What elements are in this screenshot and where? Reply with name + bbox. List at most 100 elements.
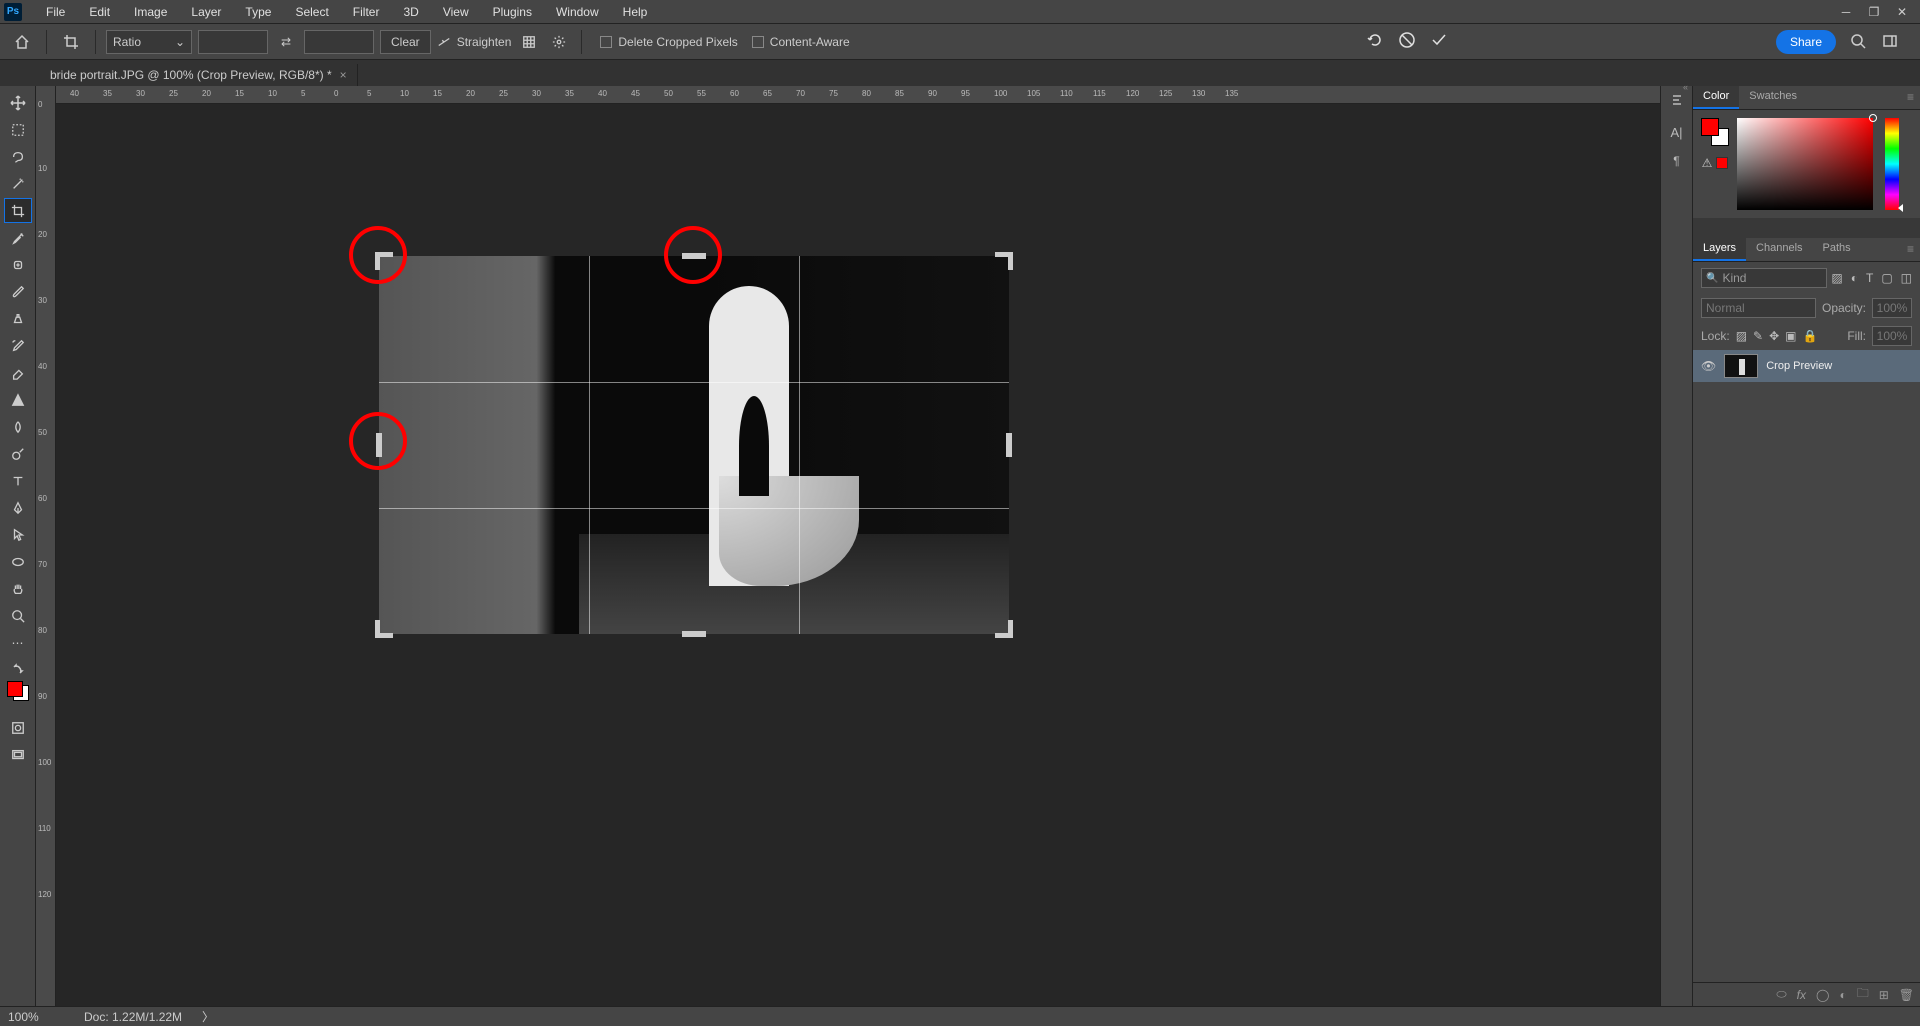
tab-layers[interactable]: Layers bbox=[1693, 238, 1746, 261]
adjustment-layer-icon[interactable]: ◐ bbox=[1839, 988, 1846, 1002]
visibility-toggle-icon[interactable]: 👁 bbox=[1701, 359, 1716, 373]
menu-3d[interactable]: 3D bbox=[391, 5, 430, 19]
expand-panels-icon[interactable]: « bbox=[1683, 82, 1688, 92]
filter-adjustment-icon[interactable]: ◐ bbox=[1851, 271, 1858, 285]
lock-all-icon[interactable]: 🔒 bbox=[1803, 329, 1818, 343]
swap-colors-icon[interactable] bbox=[4, 663, 32, 675]
filter-smart-icon[interactable]: ◫ bbox=[1901, 271, 1912, 285]
canvas[interactable] bbox=[56, 104, 1660, 1006]
crop-box[interactable] bbox=[379, 256, 1009, 634]
crop-tool-icon[interactable] bbox=[57, 28, 85, 56]
group-layers-icon[interactable]: 🗀 bbox=[1857, 984, 1869, 1005]
marquee-tool[interactable] bbox=[4, 117, 32, 142]
path-selection-tool[interactable] bbox=[4, 522, 32, 547]
reset-crop-icon[interactable] bbox=[1366, 31, 1384, 52]
commit-crop-icon[interactable] bbox=[1430, 31, 1448, 52]
menu-file[interactable]: File bbox=[34, 5, 77, 19]
menu-filter[interactable]: Filter bbox=[341, 5, 392, 19]
layer-mask-icon[interactable]: ◯ bbox=[1816, 988, 1829, 1002]
layer-fx-icon[interactable]: fx bbox=[1797, 988, 1806, 1002]
hue-slider[interactable] bbox=[1885, 118, 1899, 210]
crop-height-input[interactable] bbox=[304, 30, 374, 54]
screen-mode-icon[interactable] bbox=[4, 742, 32, 767]
healing-brush-tool[interactable] bbox=[4, 252, 32, 277]
paragraph-panel-icon[interactable]: A| bbox=[1670, 125, 1682, 140]
zoom-tool[interactable] bbox=[4, 603, 32, 628]
share-button[interactable]: Share bbox=[1776, 30, 1836, 54]
crop-handle-right[interactable] bbox=[1006, 433, 1012, 457]
menu-edit[interactable]: Edit bbox=[77, 5, 122, 19]
blur-tool[interactable] bbox=[4, 414, 32, 439]
link-layers-icon[interactable]: ⬭ bbox=[1776, 987, 1786, 1002]
menu-help[interactable]: Help bbox=[611, 5, 660, 19]
crop-handle-bottom[interactable] bbox=[682, 631, 706, 637]
lock-pixels-icon[interactable]: ✎ bbox=[1753, 329, 1763, 343]
layer-thumbnail[interactable] bbox=[1724, 354, 1758, 378]
layer-name[interactable]: Crop Preview bbox=[1766, 360, 1832, 372]
character-panel-icon[interactable] bbox=[1669, 92, 1685, 111]
status-chevron-icon[interactable]: 〉 bbox=[202, 1008, 214, 1025]
panel-menu-icon[interactable]: ≡ bbox=[1901, 86, 1920, 109]
gamut-warning-icon[interactable]: ⚠ bbox=[1702, 156, 1729, 170]
color-fg-bg-swatches[interactable] bbox=[1701, 118, 1729, 146]
dodge-tool[interactable] bbox=[4, 441, 32, 466]
shape-tool[interactable] bbox=[4, 549, 32, 574]
delete-layer-icon[interactable]: 🗑 bbox=[1899, 988, 1914, 1002]
menu-plugins[interactable]: Plugins bbox=[481, 5, 544, 19]
menu-select[interactable]: Select bbox=[283, 5, 340, 19]
opacity-input[interactable]: 100% bbox=[1872, 298, 1912, 318]
search-icon[interactable] bbox=[1850, 33, 1868, 51]
clone-stamp-tool[interactable] bbox=[4, 306, 32, 331]
document-tab[interactable]: bride portrait.JPG @ 100% (Crop Preview,… bbox=[40, 64, 358, 86]
filter-pixel-icon[interactable]: ▨ bbox=[1831, 271, 1842, 285]
brush-tool[interactable] bbox=[4, 279, 32, 304]
crop-handle-bottom-left[interactable] bbox=[375, 620, 393, 638]
blend-mode-dropdown[interactable]: Normal bbox=[1701, 298, 1816, 318]
fill-input[interactable]: 100% bbox=[1872, 326, 1912, 346]
lock-transparency-icon[interactable]: ▨ bbox=[1736, 329, 1747, 343]
crop-handle-bottom-right[interactable] bbox=[995, 620, 1013, 638]
lock-artboard-icon[interactable]: ▣ bbox=[1785, 329, 1796, 343]
eyedropper-tool[interactable] bbox=[4, 225, 32, 250]
magic-wand-tool[interactable] bbox=[4, 171, 32, 196]
hand-tool[interactable] bbox=[4, 576, 32, 601]
maximize-button[interactable]: ❐ bbox=[1860, 0, 1888, 24]
quick-mask-icon[interactable] bbox=[4, 715, 32, 740]
panel-menu-icon[interactable]: ≡ bbox=[1901, 238, 1920, 261]
gradient-tool[interactable] bbox=[4, 387, 32, 412]
tab-swatches[interactable]: Swatches bbox=[1739, 86, 1807, 109]
lock-position-icon[interactable]: ✥ bbox=[1769, 329, 1779, 343]
lasso-tool[interactable] bbox=[4, 144, 32, 169]
menu-image[interactable]: Image bbox=[122, 5, 179, 19]
overlay-options-icon[interactable] bbox=[517, 30, 541, 54]
crop-tool[interactable] bbox=[4, 198, 32, 223]
foreground-background-colors[interactable] bbox=[7, 681, 29, 703]
filter-shape-icon[interactable]: ▢ bbox=[1881, 271, 1892, 285]
close-button[interactable]: ✕ bbox=[1888, 0, 1916, 24]
menu-type[interactable]: Type bbox=[233, 5, 283, 19]
content-aware-checkbox[interactable]: Content-Aware bbox=[752, 35, 850, 49]
eraser-tool[interactable] bbox=[4, 360, 32, 385]
edit-toolbar[interactable]: ⋯ bbox=[4, 630, 32, 655]
ratio-dropdown[interactable]: Ratio⌄ bbox=[106, 30, 192, 54]
zoom-level[interactable]: 100% bbox=[8, 1010, 64, 1024]
menu-window[interactable]: Window bbox=[544, 5, 611, 19]
home-icon[interactable] bbox=[8, 28, 36, 56]
tab-close-icon[interactable]: × bbox=[340, 68, 347, 82]
workspace-switcher-icon[interactable] bbox=[1882, 33, 1900, 51]
layer-filter-kind[interactable]: 🔍 Kind bbox=[1701, 268, 1827, 288]
layer-row[interactable]: 👁 Crop Preview bbox=[1693, 350, 1920, 382]
delete-cropped-checkbox[interactable]: Delete Cropped Pixels bbox=[600, 35, 737, 49]
pen-tool[interactable] bbox=[4, 495, 32, 520]
new-layer-icon[interactable]: ⊞ bbox=[1879, 988, 1889, 1002]
filter-type-icon[interactable]: T bbox=[1866, 271, 1873, 285]
menu-view[interactable]: View bbox=[431, 5, 481, 19]
tab-paths[interactable]: Paths bbox=[1813, 238, 1861, 261]
tab-color[interactable]: Color bbox=[1693, 86, 1739, 109]
crop-handle-top-right[interactable] bbox=[995, 252, 1013, 270]
history-brush-tool[interactable] bbox=[4, 333, 32, 358]
color-picker[interactable] bbox=[1737, 118, 1873, 210]
move-tool[interactable] bbox=[4, 90, 32, 115]
tab-channels[interactable]: Channels bbox=[1746, 238, 1812, 261]
cancel-crop-icon[interactable] bbox=[1398, 31, 1416, 52]
